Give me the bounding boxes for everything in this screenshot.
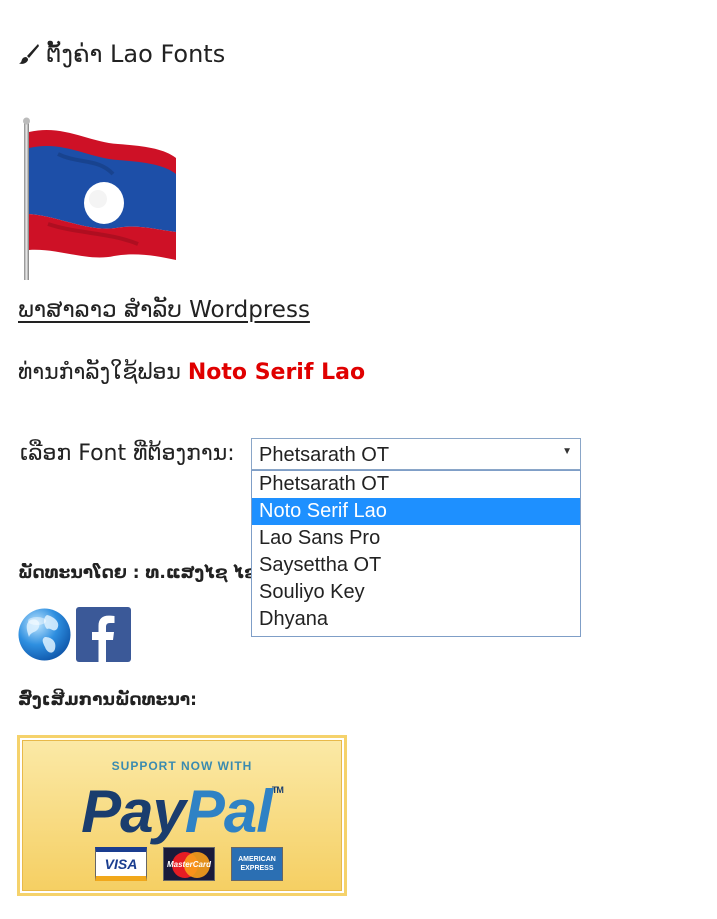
paypal-trademark: TM [271, 785, 284, 795]
facebook-icon[interactable] [76, 607, 131, 662]
page-title-text: ຕັ້ງຄ່າ Lao Fonts [46, 40, 226, 68]
brush-icon [19, 44, 39, 64]
font-option-lao-sans-pro[interactable]: Lao Sans Pro [252, 525, 580, 552]
visa-card-label: VISA [104, 856, 138, 872]
paypal-logo-pay: Pay [81, 778, 186, 845]
paypal-banner: SUPPORT NOW WITH PayPalTM VISA MasterCar… [22, 740, 342, 891]
font-option-saysettha[interactable]: Saysettha OT [252, 552, 580, 579]
font-select-value: Phetsarath OT [259, 444, 390, 466]
paypal-donate-button[interactable]: SUPPORT NOW WITH PayPalTM VISA MasterCar… [17, 735, 347, 896]
paypal-logo-pal: Pal [184, 778, 273, 845]
payment-cards: VISA MasterCard AMERICAN EXPRESS [95, 847, 283, 881]
paypal-logo: PayPalTM [23, 777, 341, 846]
visa-card-icon: VISA [95, 847, 147, 881]
font-select-label: ເລືອກ Font ທີ່ຕ້ອງການ: [20, 441, 235, 466]
font-select-dropdown: Phetsarath OT Noto Serif Lao Lao Sans Pr… [251, 470, 581, 637]
mastercard-icon: MasterCard [163, 847, 215, 881]
font-option-souliyo-key[interactable]: Souliyo Key [252, 579, 580, 606]
current-font-status: ທ່ານກຳລັງໃຊ້ຟອນ Noto Serif Lao [18, 360, 365, 385]
facebook-logo-icon [92, 615, 115, 662]
paypal-support-text: SUPPORT NOW WITH [111, 759, 253, 773]
current-font-name: Noto Serif Lao [187, 360, 366, 385]
globe-icon[interactable] [17, 607, 72, 662]
lao-flag-icon [23, 117, 176, 280]
mastercard-label: MasterCard [166, 859, 211, 869]
font-option-noto-serif-lao[interactable]: Noto Serif Lao [252, 498, 580, 525]
developer-credit: ພັດທະນາໂດຍ : ທ.ແສງໄຊ ໄຊ [18, 563, 251, 583]
font-option-dhyana[interactable]: Dhyana [252, 606, 580, 633]
dropdown-arrow-icon: ▼ [562, 446, 572, 457]
font-option-phetsarath[interactable]: Phetsarath OT [252, 471, 580, 498]
amex-card-icon: AMERICAN EXPRESS [231, 847, 283, 881]
current-font-prefix: ທ່ານກຳລັງໃຊ້ຟອນ [18, 360, 181, 385]
support-label: ສົ່ງເສີມການພັດທະນາ: [18, 690, 197, 710]
amex-card-label: AMERICAN EXPRESS [238, 856, 276, 872]
wordpress-lao-link[interactable]: ພາສາລາວ ສຳລັບ Wordpress [18, 297, 310, 323]
font-select[interactable]: Phetsarath OT ▼ [251, 438, 581, 470]
page-title: ຕັ້ງຄ່າ Lao Fonts [18, 40, 225, 68]
